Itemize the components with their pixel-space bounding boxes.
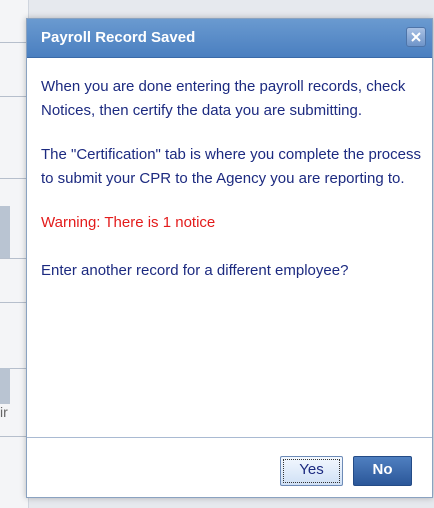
background-divider [0, 258, 28, 259]
close-button[interactable] [406, 27, 426, 47]
payroll-saved-dialog: Payroll Record Saved When you are done e… [26, 18, 433, 498]
dialog-title: Payroll Record Saved [41, 29, 196, 46]
close-icon [411, 32, 421, 42]
background-divider [0, 96, 28, 97]
yes-button[interactable]: Yes [280, 456, 343, 486]
background-block [0, 368, 10, 404]
background-block [0, 206, 10, 258]
notice-warning: Warning: There is 1 notice [41, 214, 216, 231]
dialog-title-bar: Payroll Record Saved [27, 19, 432, 58]
footer-divider [27, 437, 432, 438]
certification-tab-text: The "Certification" tab is where you com… [41, 146, 421, 187]
dialog-message: When you are done entering the payroll r… [41, 75, 421, 303]
another-record-question: Enter another record for a different emp… [41, 262, 349, 279]
no-button[interactable]: No [353, 456, 412, 486]
background-divider [0, 178, 28, 179]
background-divider [0, 42, 28, 43]
background-divider [0, 302, 28, 303]
background-divider [0, 436, 28, 437]
background-text-fragment: ir [0, 404, 8, 420]
done-entering-text: When you are done entering the payroll r… [41, 78, 406, 119]
